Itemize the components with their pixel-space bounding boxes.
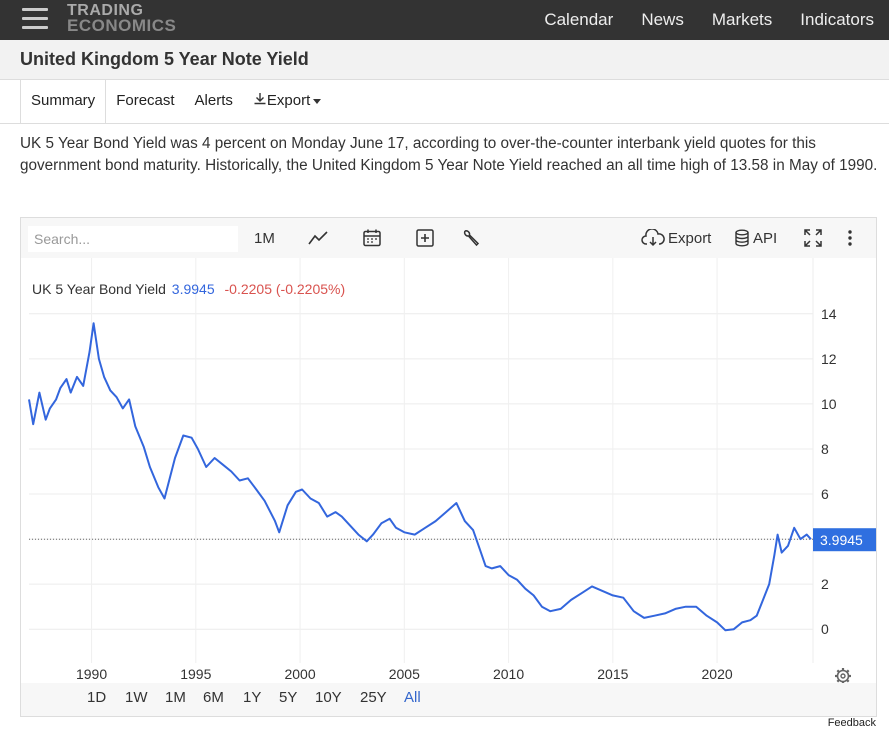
- range-1m[interactable]: 1M: [165, 689, 186, 706]
- page-title: United Kingdom 5 Year Note Yield: [20, 49, 309, 69]
- y-tick-label: 2: [821, 576, 829, 592]
- nav-link-markets[interactable]: Markets: [712, 10, 772, 30]
- range-6m[interactable]: 6M: [203, 689, 224, 706]
- x-tick-label: 2005: [389, 666, 420, 682]
- y-tick-label: 0: [821, 621, 829, 637]
- y-tick-label: 10: [821, 396, 837, 412]
- chart-toolbar: 1M Export API: [21, 218, 876, 258]
- hamburger-menu-icon[interactable]: [22, 8, 48, 30]
- nav-link-indicators[interactable]: Indicators: [800, 10, 874, 30]
- export-chart-button[interactable]: Export: [641, 218, 711, 258]
- range-10y[interactable]: 10Y: [315, 689, 342, 706]
- range-all[interactable]: All: [404, 689, 421, 706]
- description-text: UK 5 Year Bond Yield was 4 percent on Mo…: [20, 135, 878, 174]
- tab-bar: Summary Forecast Alerts Export: [20, 80, 331, 123]
- tab-alerts[interactable]: Alerts: [185, 80, 243, 123]
- logo-line2: ECONOMICS: [67, 16, 177, 35]
- feedback-link[interactable]: Feedback: [828, 717, 876, 729]
- period-button[interactable]: 1M: [254, 218, 275, 258]
- y-tick-label: 14: [821, 306, 837, 322]
- nav-link-news[interactable]: News: [641, 10, 684, 30]
- range-1w[interactable]: 1W: [125, 689, 148, 706]
- y-tick-label: 8: [821, 441, 829, 457]
- chart-legend: UK 5 Year Bond Yield 3.9945 -0.2205 (-0.…: [32, 281, 345, 297]
- more-options-icon[interactable]: [845, 218, 855, 258]
- y-tick-label: 12: [821, 351, 837, 367]
- settings-gear-icon[interactable]: [835, 668, 851, 683]
- export-chart-label: Export: [668, 229, 712, 247]
- y-tick-label: 6: [821, 486, 829, 502]
- compare-icon[interactable]: [415, 218, 435, 258]
- cloud-download-icon: [641, 229, 665, 247]
- nav-link-calendar[interactable]: Calendar: [544, 10, 613, 30]
- legend-change-pct: (-0.2205%): [275, 281, 346, 297]
- chart-container: 1M Export API 02468101214199019952000200…: [20, 217, 877, 717]
- legend-last-value: 3.9945: [171, 281, 215, 297]
- site-logo[interactable]: TRADING ECONOMICS: [67, 3, 177, 35]
- line-chart-icon[interactable]: [307, 218, 329, 258]
- top-navbar: TRADING ECONOMICS Calendar News Markets …: [0, 0, 889, 40]
- api-button[interactable]: API: [734, 218, 777, 258]
- range-selector: 1D 1W 1M 6M 1Y 5Y 10Y 25Y All: [21, 683, 876, 716]
- calendar-icon[interactable]: [362, 218, 382, 258]
- fullscreen-icon[interactable]: [803, 218, 823, 258]
- tab-export-label: Export: [266, 92, 311, 109]
- download-icon: [254, 93, 266, 105]
- range-1y[interactable]: 1Y: [243, 689, 261, 706]
- x-tick-label: 2000: [284, 666, 315, 682]
- search-input[interactable]: [28, 226, 238, 252]
- main-nav: Calendar News Markets Indicators: [516, 0, 874, 40]
- x-tick-label: 1990: [76, 666, 107, 682]
- caret-down-icon: [313, 98, 322, 104]
- x-tick-label: 2020: [702, 666, 733, 682]
- tab-summary[interactable]: Summary: [20, 80, 107, 123]
- tab-export[interactable]: Export: [243, 80, 331, 123]
- range-25y[interactable]: 25Y: [360, 689, 387, 706]
- last-value-badge-text: 3.9945: [820, 532, 863, 548]
- api-label: API: [753, 229, 778, 247]
- tab-forecast[interactable]: Forecast: [106, 80, 184, 123]
- wrench-icon[interactable]: [461, 218, 481, 258]
- x-tick-label: 2010: [493, 666, 524, 682]
- legend-series-name: UK 5 Year Bond Yield: [32, 281, 166, 297]
- database-icon: [735, 229, 749, 247]
- legend-change: -0.2205: [224, 281, 272, 297]
- title-bar: United Kingdom 5 Year Note Yield: [0, 40, 889, 80]
- range-5y[interactable]: 5Y: [279, 689, 297, 706]
- tabs-divider: [0, 123, 889, 124]
- chart-plot[interactable]: 0246810121419901995200020052010201520203…: [21, 258, 876, 683]
- x-tick-label: 1995: [180, 666, 211, 682]
- x-tick-label: 2015: [597, 666, 628, 682]
- range-1d[interactable]: 1D: [87, 689, 106, 706]
